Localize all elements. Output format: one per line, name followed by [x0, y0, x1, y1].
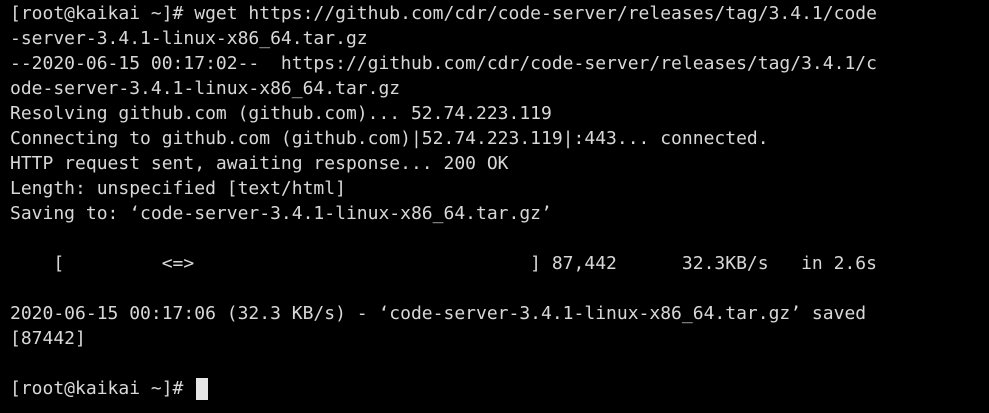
terminal-line-connecting: Connecting to github.com (github.com)|52…	[10, 128, 769, 149]
terminal-line-timestamp-wrap: ode-server-3.4.1-linux-x86_64.tar.gz	[10, 78, 401, 99]
terminal-prompt-line[interactable]: [root@kaikai ~]#	[10, 376, 989, 401]
text-cursor	[196, 377, 209, 400]
terminal-window[interactable]: [root@kaikai ~]# wget https://github.com…	[0, 0, 989, 413]
terminal-line-command: [root@kaikai ~]# wget https://github.com…	[10, 3, 877, 24]
terminal-line-command-wrap: -server-3.4.1-linux-x86_64.tar.gz	[10, 28, 368, 49]
terminal-line-http-request: HTTP request sent, awaiting response... …	[10, 153, 509, 174]
terminal-line-length: Length: unspecified [text/html]	[10, 178, 346, 199]
terminal-line-saving-to: Saving to: ‘code-server-3.4.1-linux-x86_…	[10, 203, 552, 224]
shell-prompt: [root@kaikai ~]#	[10, 378, 184, 399]
terminal-line-progress: [ <=> ] 87,442 32.3KB/s in 2.6s	[10, 253, 877, 274]
terminal-line-resolving: Resolving github.com (github.com)... 52.…	[10, 103, 552, 124]
terminal-line-saved: 2020-06-15 00:17:06 (32.3 KB/s) - ‘code-…	[10, 303, 867, 324]
terminal-line-timestamp: --2020-06-15 00:17:02-- https://github.c…	[10, 53, 877, 74]
terminal-line-saved-wrap: [87442]	[10, 328, 86, 349]
